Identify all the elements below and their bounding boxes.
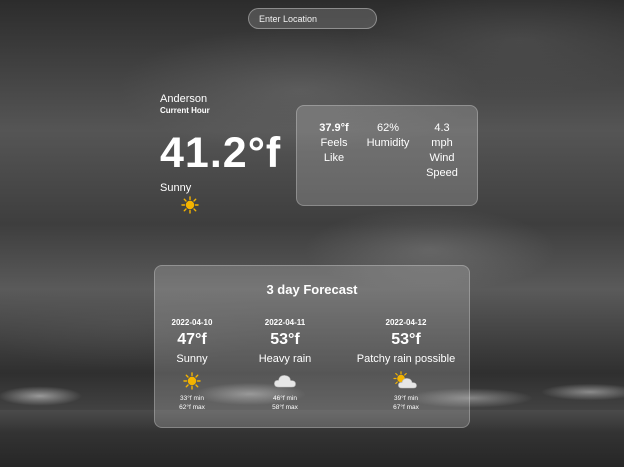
current-stats-panel: 37.9°f Feels Like 62% Humidity 4.3 mph W… [296,105,478,206]
current-weather: Anderson Current Hour 41.2°f Sunny [160,92,282,214]
feels-like-value: 37.9°f [319,122,349,134]
humidity-value: 62% [376,122,400,134]
forecast-day: 2022-04-12 53°f Patchy rain possible 39°… [346,318,466,412]
cloud-icon [225,370,345,392]
forecast-max-temp: 67°f max [393,404,419,411]
wind-label: Wind Speed [426,152,458,179]
wind-stat: 4.3 mph Wind Speed [425,121,459,181]
forecast-day: 2022-04-11 53°f Heavy rain 46°f min 58°f… [225,318,345,412]
location-search-input[interactable] [248,8,377,29]
current-temperature: 41.2°f [160,129,282,177]
feels-like-stat: 37.9°f Feels Like [317,121,351,166]
forecast-min-temp: 46°f min [273,395,297,402]
humidity-stat: 62% Humidity [363,121,413,151]
forecast-min-temp: 39°f min [394,395,418,402]
humidity-label: Humidity [366,137,410,149]
forecast-temperature: 53°f [391,331,421,348]
current-hour-label: Current Hour [160,106,210,115]
forecast-panel: 3 day Forecast 2022-04-10 47°f Sunny 33°… [154,265,470,428]
city-name: Anderson [160,93,208,105]
forecast-date: 2022-04-11 [264,318,306,327]
feels-like-label: Feels Like [320,137,348,164]
wind-value: 4.3 mph [431,122,453,149]
forecast-condition: Heavy rain [258,353,312,365]
forecast-title: 3 day Forecast [266,282,358,297]
current-condition: Sunny [160,182,192,194]
forecast-condition: Patchy rain possible [356,353,456,365]
sun-cloud-icon [346,370,466,392]
forecast-date: 2022-04-12 [385,318,427,327]
sun-icon [181,196,199,218]
forecast-temperature: 53°f [270,331,300,348]
forecast-max-temp: 58°f max [272,404,298,411]
